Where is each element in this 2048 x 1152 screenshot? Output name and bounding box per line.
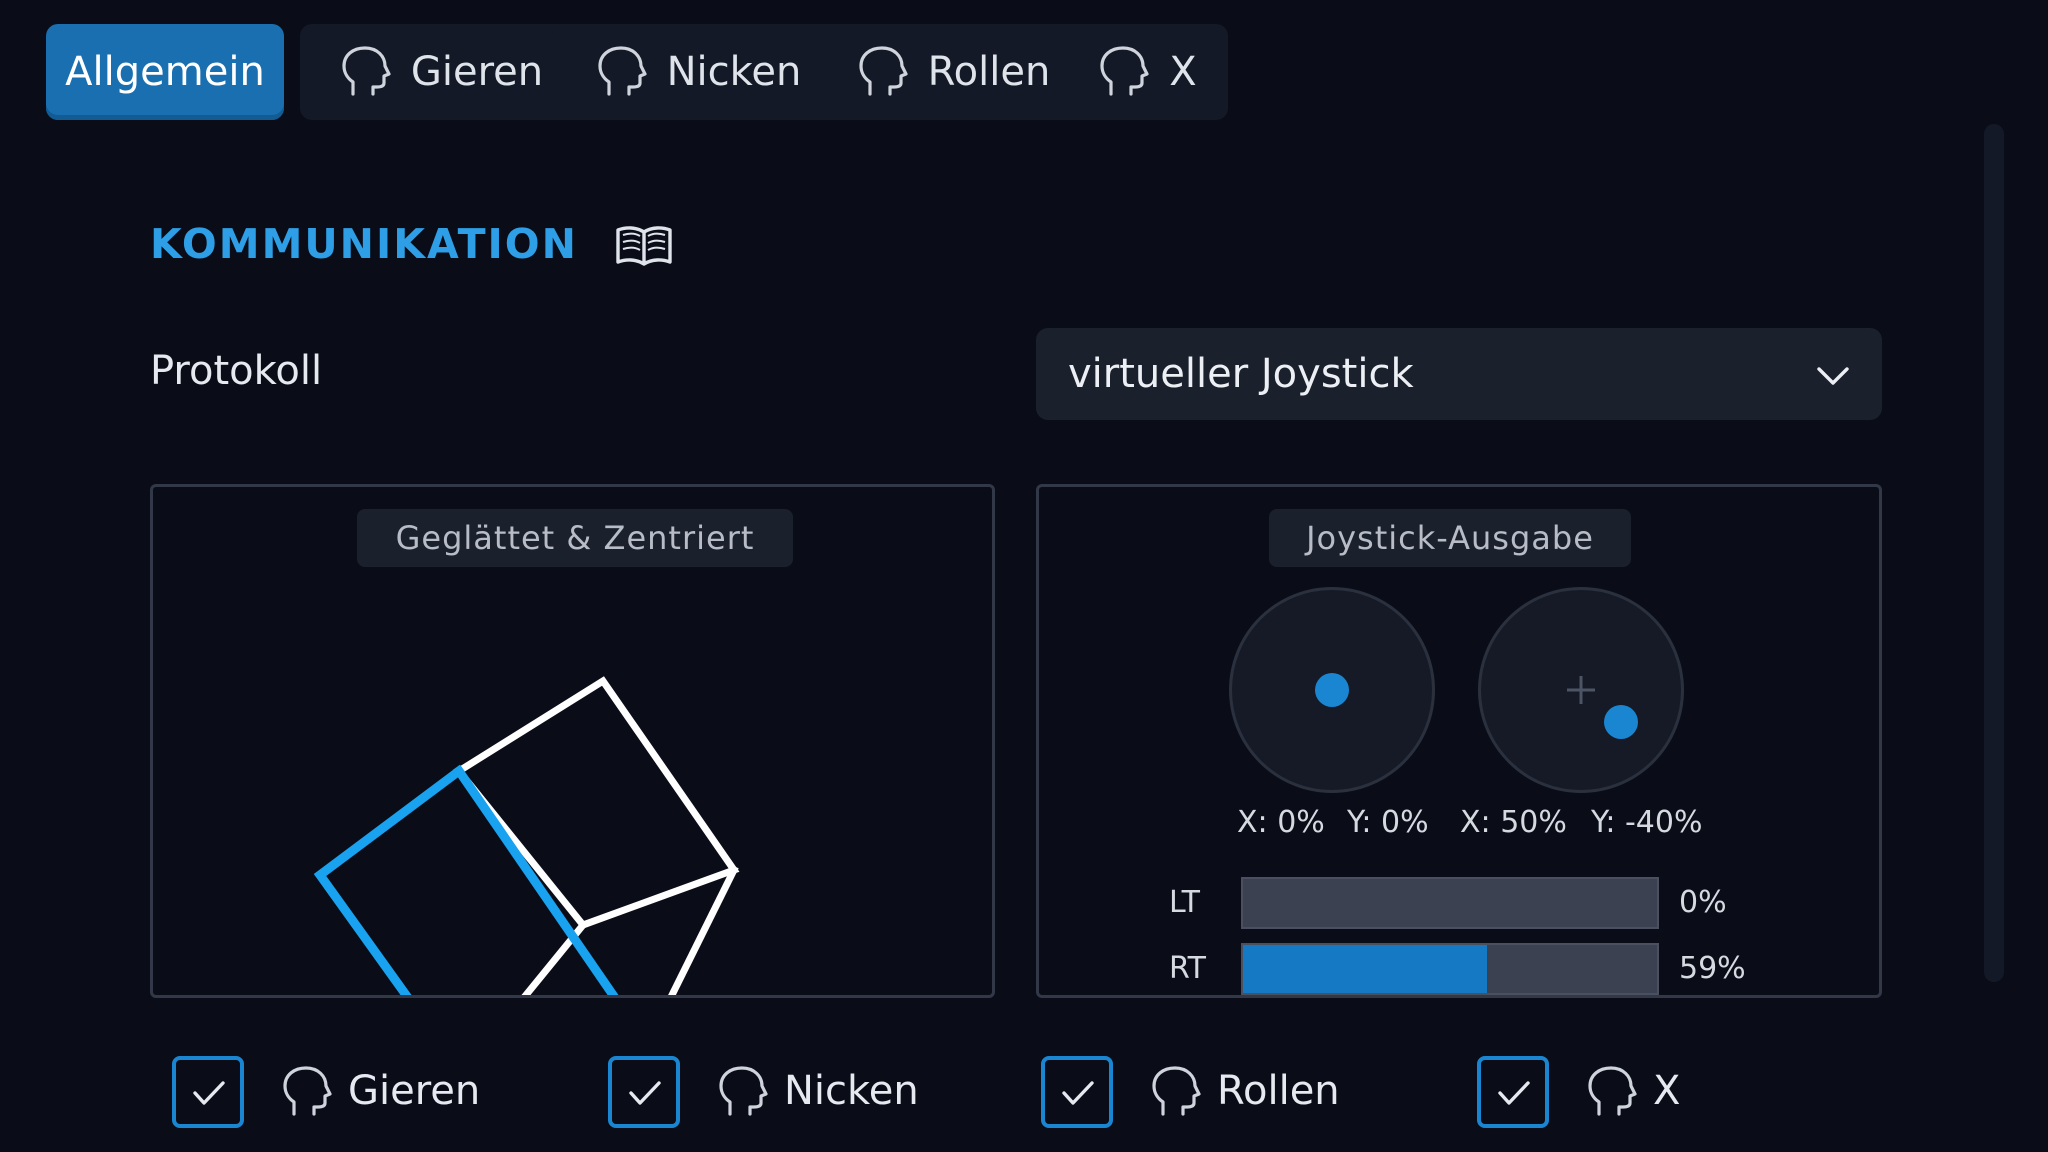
checkbox-label: Gieren: [348, 1068, 481, 1114]
head-outline-icon: [339, 44, 391, 100]
head-outline-icon: [1097, 44, 1149, 100]
joystick-output-panel: Joystick-Ausgabe X: 0% Y: 0% X: 50% Y: -…: [1036, 484, 1882, 998]
checkmark-icon: [1062, 1081, 1094, 1105]
tab-label: Allgemein: [65, 49, 265, 95]
tab-x[interactable]: X: [1066, 24, 1228, 120]
checkmark-icon: [629, 1081, 661, 1105]
rt-label: RT: [1169, 951, 1206, 986]
tab-rollen[interactable]: Rollen: [812, 24, 1094, 120]
head-outline-icon: [1585, 1064, 1637, 1120]
tab-label: Nicken: [666, 49, 802, 95]
book-icon[interactable]: [614, 222, 674, 268]
head-outline-icon: [595, 44, 647, 100]
checkbox-rollen[interactable]: Rollen: [1041, 1056, 1361, 1128]
checkbox-x[interactable]: X: [1477, 1056, 1717, 1128]
checkbox-label: Rollen: [1217, 1068, 1340, 1114]
checkmark-icon: [193, 1081, 225, 1105]
tab-gieren[interactable]: Gieren: [300, 24, 582, 120]
checkbox-box[interactable]: [1477, 1056, 1549, 1128]
joystick-output-title: Joystick-Ausgabe: [1269, 509, 1631, 567]
rt-bar-fill: [1243, 945, 1488, 993]
tab-allgemein[interactable]: Allgemein: [46, 24, 284, 120]
checkbox-gieren[interactable]: Gieren: [172, 1056, 492, 1128]
section-title: KOMMUNIKATION: [150, 220, 578, 268]
checkmark-icon: [1498, 1081, 1530, 1105]
right-stick-x-readout: X: 50%: [1460, 805, 1567, 840]
checkbox-label: X: [1653, 1068, 1681, 1114]
head-outline-icon: [856, 44, 908, 100]
center-crosshair-icon: [1564, 673, 1598, 707]
protocol-label: Protokoll: [150, 348, 323, 394]
left-stick-x-readout: X: 0%: [1237, 805, 1325, 840]
rt-bar: [1241, 943, 1659, 995]
tab-label: Gieren: [410, 49, 544, 95]
checkbox-box[interactable]: [172, 1056, 244, 1128]
protocol-select[interactable]: virtueller Joystick: [1036, 328, 1882, 420]
lt-label: LT: [1169, 885, 1200, 920]
preview-panel-title: Geglättet & Zentriert: [357, 509, 793, 567]
preview-panel: Geglättet & Zentriert: [150, 484, 995, 998]
right-stick-indicator: [1478, 587, 1684, 793]
tab-nicken[interactable]: Nicken: [552, 24, 844, 120]
head-outline-icon: [716, 1064, 768, 1120]
left-stick-dot: [1315, 673, 1349, 707]
rt-value: 59%: [1679, 951, 1746, 986]
head-outline-icon: [280, 1064, 332, 1120]
protocol-selected-value: virtueller Joystick: [1068, 351, 1414, 397]
lt-value: 0%: [1679, 885, 1727, 920]
right-stick-dot: [1604, 705, 1638, 739]
tab-label: Rollen: [927, 49, 1051, 95]
left-stick-y-readout: Y: 0%: [1347, 805, 1429, 840]
checkbox-box[interactable]: [608, 1056, 680, 1128]
right-stick-y-readout: Y: -40%: [1591, 805, 1703, 840]
head-outline-icon: [1149, 1064, 1201, 1120]
vertical-scrollbar[interactable]: [1984, 124, 2004, 982]
tab-label: X: [1169, 49, 1197, 95]
checkbox-label: Nicken: [784, 1068, 919, 1114]
checkbox-nicken[interactable]: Nicken: [608, 1056, 928, 1128]
chevron-down-icon: [1814, 356, 1852, 394]
left-stick-indicator: [1229, 587, 1435, 793]
app-window: Allgemein Gieren Nicken Rollen X KOMMUNI…: [0, 0, 2048, 1152]
checkbox-box[interactable]: [1041, 1056, 1113, 1128]
lt-bar: [1241, 877, 1659, 929]
